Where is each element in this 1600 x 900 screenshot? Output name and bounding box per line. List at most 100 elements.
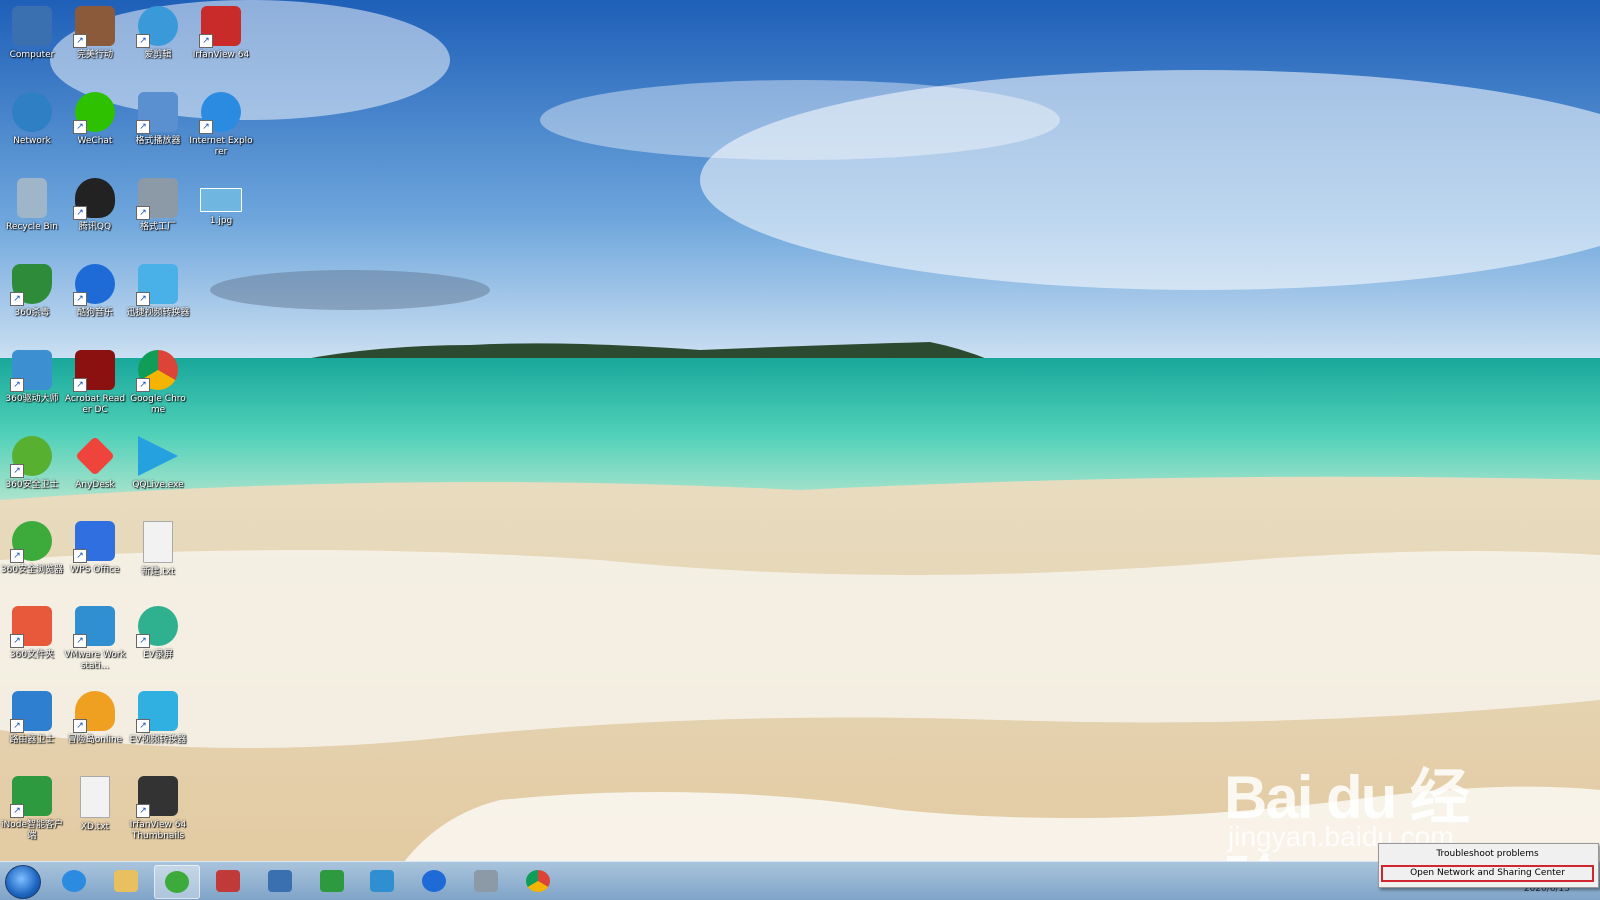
desktop-icon-qq[interactable]: ↗ 腾讯QQ	[63, 172, 127, 233]
desktop-icon-qqlive[interactable]: QQLive.exe	[126, 430, 190, 491]
video-editor-icon: ↗	[136, 6, 178, 48]
desktop-icon-media-player[interactable]: ↗ 格式播放器	[126, 86, 190, 147]
icon-label: 迅捷视频转换器	[126, 308, 190, 318]
desktop-icon-360-safe[interactable]: ↗ 360安全卫士	[0, 430, 64, 491]
desktop-icon-wechat[interactable]: ↗ WeChat	[63, 86, 127, 147]
desktop-icon-xd-txt[interactable]: XD.txt	[63, 770, 127, 833]
text-file-icon	[80, 776, 110, 818]
taskbar-ie[interactable]	[52, 865, 96, 897]
shortcut-arrow-icon: ↗	[10, 464, 24, 478]
explorer-folder-icon	[114, 870, 138, 892]
text-file-icon	[143, 521, 173, 563]
desktop-icon-aijianji[interactable]: ↗ 爱剪辑	[126, 0, 190, 61]
desktop-icon-chrome[interactable]: ↗ Google Chrome	[126, 344, 190, 416]
icon-label: 360驱动大师	[5, 394, 59, 404]
shortcut-arrow-icon: ↗	[73, 292, 87, 306]
ie-icon	[62, 870, 86, 892]
desktop-icon-ev-converter[interactable]: ↗ EV视频转换器	[126, 685, 190, 746]
desktop-icon-ie[interactable]: ↗ Internet Explorer	[189, 86, 253, 158]
shortcut-arrow-icon: ↗	[136, 34, 150, 48]
icon-label: IrfanView 64 Thumbnails	[129, 820, 187, 841]
taskbar-chrome[interactable]	[516, 865, 560, 897]
desktop-icon-1jpg[interactable]: 1.jpg	[189, 172, 253, 227]
desktop-icon-irfanview[interactable]: ↗ IrfanView 64	[189, 0, 253, 61]
ev-converter-icon: ↗	[136, 691, 178, 733]
icon-label: 格式工厂	[139, 222, 176, 232]
taskbar-inode[interactable]	[310, 865, 354, 897]
desktop-icon-vmware[interactable]: ↗ VMware Workstati...	[63, 600, 127, 672]
shortcut-arrow-icon: ↗	[136, 120, 150, 134]
icon-label: 360安全浏览器	[0, 565, 64, 575]
desktop-icon-router[interactable]: ↗ 路由器卫士	[0, 685, 64, 746]
icon-label: 冒险岛online	[67, 735, 123, 745]
wechat-icon: ↗	[73, 92, 115, 134]
panda-icon: ↗	[136, 776, 178, 818]
icon-label: 360安全卫士	[5, 480, 59, 490]
desktop-icon-format-factory[interactable]: ↗ 格式工厂	[126, 172, 190, 233]
desktop-icon-360-browser[interactable]: ↗ 360安全浏览器	[0, 515, 64, 576]
desktop: Computer ↗ 完美行动 ↗ 爱剪辑 ↗ IrfanView 64 Net…	[0, 0, 1600, 900]
shortcut-arrow-icon: ↗	[73, 378, 87, 392]
desktop-icon-wanmei[interactable]: ↗ 完美行动	[63, 0, 127, 61]
desktop-icon-360-folder[interactable]: ↗ 360文件夹	[0, 600, 64, 661]
desktop-icon-360-antivirus[interactable]: ↗ 360杀毒	[0, 258, 64, 319]
desktop-icon-maplestory[interactable]: ↗ 冒险岛online	[63, 685, 127, 746]
desktop-icon-irfanview-thumbnails[interactable]: ↗ IrfanView 64 Thumbnails	[126, 770, 190, 842]
taskbar: 2020/6/13	[0, 861, 1600, 900]
icon-label: 完美行动	[76, 50, 113, 60]
icon-label: 腾讯QQ	[78, 222, 112, 232]
icon-label: IrfanView 64	[192, 50, 250, 60]
chrome-icon: ↗	[136, 350, 178, 392]
shortcut-arrow-icon: ↗	[136, 378, 150, 392]
shortcut-arrow-icon: ↗	[199, 120, 213, 134]
taskbar-explorer[interactable]	[104, 865, 148, 897]
icon-label: Recycle Bin	[6, 222, 58, 232]
desktop-icon-ev-recorder[interactable]: ↗ EV录屏	[126, 600, 190, 661]
desktop-icon-inode[interactable]: ↗ iNode智能客户端	[0, 770, 64, 842]
inode-icon	[320, 870, 344, 892]
taskbar-kugou[interactable]	[412, 865, 456, 897]
taskbar-snipping-tool[interactable]	[206, 865, 250, 897]
taskbar-vmware[interactable]	[360, 865, 404, 897]
desktop-icon-computer[interactable]: Computer	[0, 0, 64, 61]
shortcut-arrow-icon: ↗	[73, 120, 87, 134]
desktop-icon-360-driver[interactable]: ↗ 360驱动大师	[0, 344, 64, 405]
icon-label: 爱剪辑	[144, 50, 172, 60]
taskbar-format-factory[interactable]	[464, 865, 508, 897]
shortcut-arrow-icon: ↗	[10, 804, 24, 818]
desktop-icon-new-txt[interactable]: 新建.txt	[126, 515, 190, 578]
desktop-icon-kugou[interactable]: ↗ 酷狗音乐	[63, 258, 127, 319]
start-orb-icon[interactable]	[5, 865, 41, 899]
taskbar-network-computer[interactable]	[258, 865, 302, 897]
icon-label: Internet Explorer	[189, 136, 253, 157]
desktop-icon-anydesk[interactable]: AnyDesk	[63, 430, 127, 491]
icon-label: EV录屏	[143, 650, 173, 660]
ie-icon: ↗	[199, 92, 241, 134]
qqlive-icon	[138, 436, 178, 476]
network-computer-icon	[268, 870, 292, 892]
desktop-icon-network[interactable]: Network	[0, 86, 64, 147]
shortcut-arrow-icon: ↗	[199, 34, 213, 48]
360-browser-icon	[165, 871, 189, 893]
icon-label: WPS Office	[70, 565, 120, 575]
qq-icon: ↗	[73, 178, 115, 220]
desktop-icon-acrobat[interactable]: ↗ Acrobat Reader DC	[63, 344, 127, 416]
desktop-icon-recycle-bin[interactable]: Recycle Bin	[0, 172, 64, 233]
format-factory-icon	[474, 870, 498, 892]
shortcut-arrow-icon: ↗	[73, 719, 87, 733]
media-player-icon: ↗	[136, 92, 178, 134]
inode-icon: ↗	[10, 776, 52, 818]
snipping-tool-icon	[216, 870, 240, 892]
shortcut-arrow-icon: ↗	[73, 549, 87, 563]
desktop-icon-video-converter[interactable]: ↗ 迅捷视频转换器	[126, 258, 190, 319]
icon-label: 格式播放器	[135, 136, 181, 146]
desktop-icon-wps[interactable]: ↗ WPS Office	[63, 515, 127, 576]
icon-label: WeChat	[77, 136, 113, 146]
icon-label: Computer	[9, 50, 55, 60]
shortcut-arrow-icon: ↗	[136, 804, 150, 818]
taskbar-360-browser[interactable]	[154, 865, 200, 899]
computer-icon	[12, 6, 52, 46]
menu-item-troubleshoot[interactable]: Troubleshoot problems	[1381, 846, 1594, 863]
menu-item-open-network-sharing-center[interactable]: Open Network and Sharing Center	[1381, 865, 1594, 882]
driver-icon: ↗	[10, 350, 52, 392]
